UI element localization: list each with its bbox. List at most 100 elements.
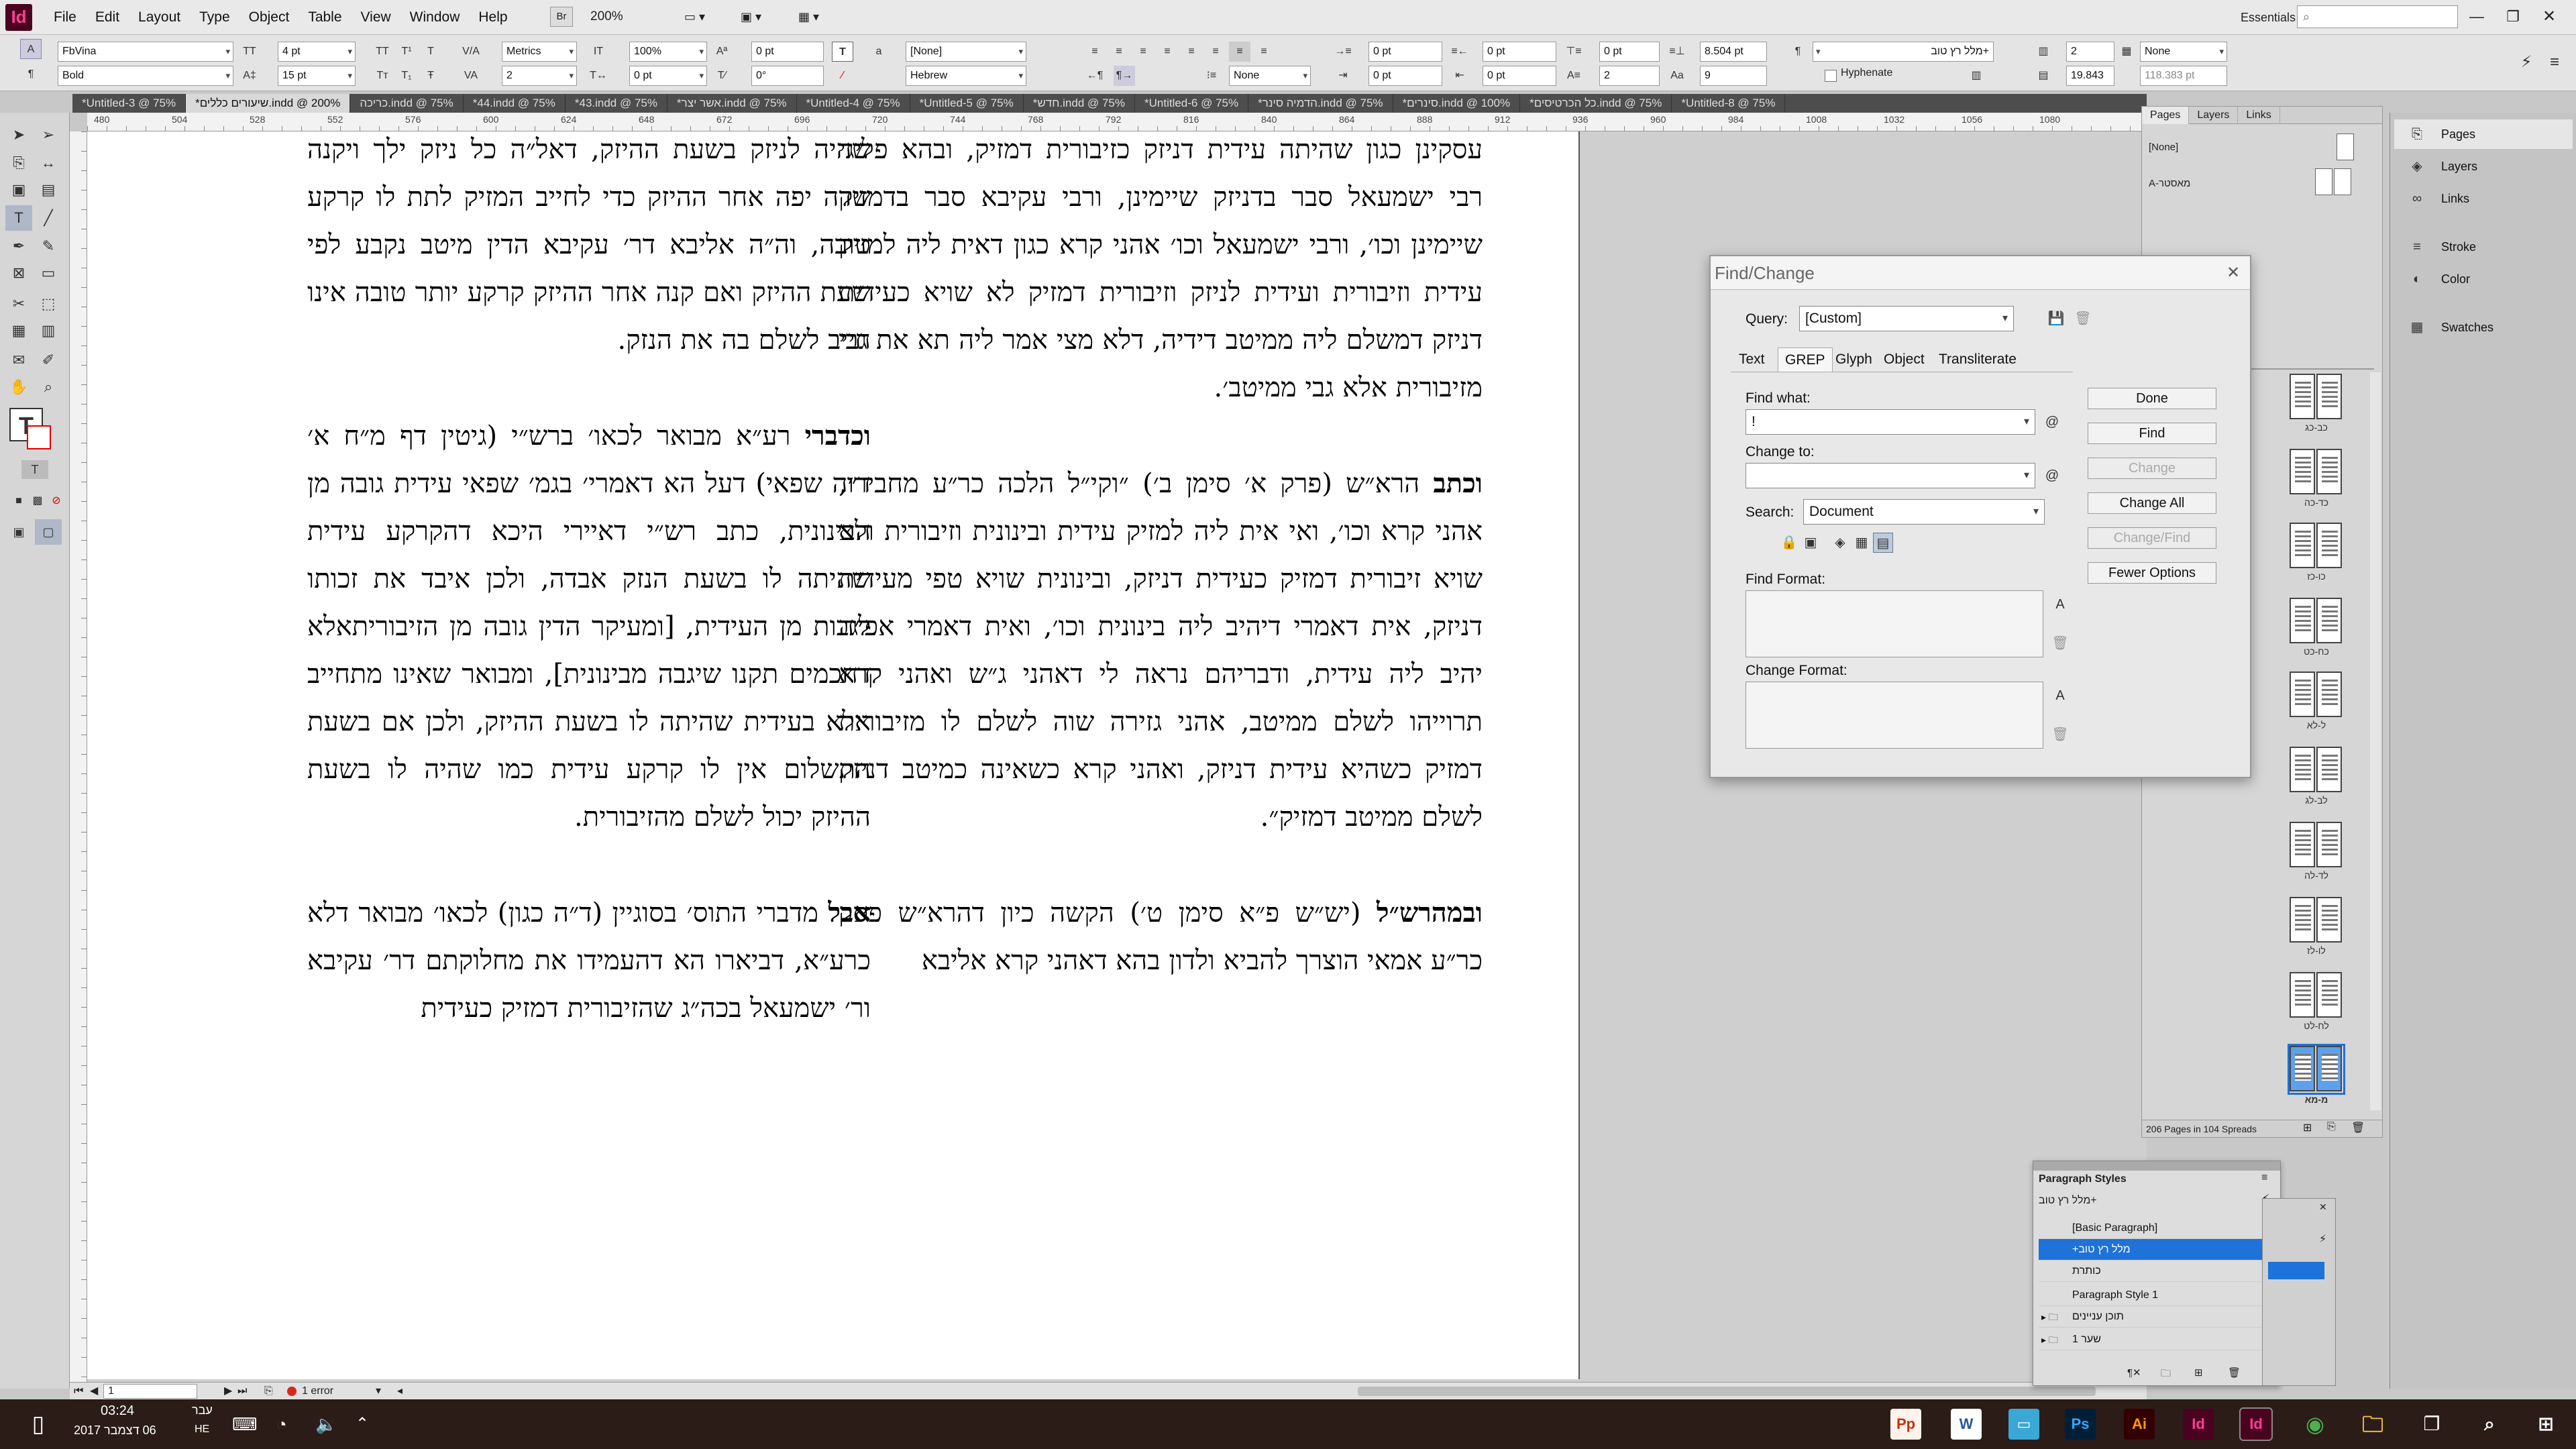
task-view-icon[interactable]: ❐ <box>2416 1409 2447 1440</box>
indesign-app-icon-active[interactable]: Id <box>2239 1407 2273 1441</box>
ltr-paragraph-icon[interactable]: ←¶ <box>1084 66 1106 86</box>
fewer-options-button[interactable]: Fewer Options <box>2088 562 2216 584</box>
search-icon[interactable]: ⌕ <box>2474 1409 2505 1440</box>
spread-thumb[interactable] <box>2290 972 2343 1019</box>
close-icon[interactable]: ✕ <box>2533 5 2565 28</box>
tab-document[interactable]: *43.indd @ 75% <box>566 94 667 113</box>
dock-color-button[interactable]: ◐ Color <box>2394 264 2573 294</box>
change-find-button[interactable]: Change/Find <box>2088 527 2216 549</box>
specify-change-format-icon[interactable]: A <box>2050 686 2070 706</box>
master-none-thumb[interactable] <box>2337 133 2354 160</box>
word-app-icon[interactable]: W <box>1951 1409 1982 1440</box>
gradient-feather-tool-icon[interactable]: ▥ <box>35 318 62 343</box>
small-caps-icon[interactable]: Tт <box>372 66 393 86</box>
spread-thumb[interactable] <box>2290 747 2343 794</box>
normal-view-icon[interactable]: ▣ <box>5 519 32 545</box>
paragraph[interactable]: וכתב הרא״ש (פרק א׳ סימן ב׳) ״וקי״ל הלכה … <box>839 460 1483 841</box>
specify-find-format-icon[interactable]: A <box>2050 594 2070 614</box>
horizontal-ruler[interactable]: 480 504 528 552 576 600 624 648 672 696 720 744 768 7… <box>87 113 2147 131</box>
screen-mode-icon[interactable]: ▣ ▾ <box>741 7 781 27</box>
spread-thumb[interactable] <box>2290 897 2343 944</box>
search-help-input[interactable]: ⌕ <box>2297 5 2458 28</box>
find-format-box[interactable] <box>1746 590 2043 657</box>
keyboard-icon[interactable]: ⌨ <box>232 1414 258 1435</box>
vertical-ruler[interactable] <box>70 131 87 1389</box>
columns-field[interactable]: 2 <box>2066 42 2114 62</box>
photoshop-app-icon[interactable]: Ps <box>2065 1409 2096 1440</box>
style-item-selected[interactable]: +מלל רץ טוב <box>2039 1239 2267 1260</box>
kerning-field[interactable]: Metrics ▾ <box>502 42 577 62</box>
style-group[interactable]: ▸ 🗀 שער 1 <box>2039 1329 2267 1350</box>
trash-icon[interactable]: 🗑 <box>2351 1121 2365 1134</box>
clock-date[interactable]: 06 דצמבר 2017 <box>74 1424 156 1438</box>
all-caps-icon[interactable]: TT <box>372 42 393 62</box>
delete-query-icon[interactable]: 🗑 <box>2073 309 2093 329</box>
new-style-group-icon[interactable]: 🗀 <box>2161 1366 2171 1383</box>
new-style-icon[interactable]: ⊞ <box>2194 1366 2203 1379</box>
volume-icon[interactable]: 🔈 <box>315 1414 337 1435</box>
tab-document[interactable]: *44.indd @ 75% <box>464 94 566 113</box>
text-column-right[interactable]: עסקינן כגון שהיתה עידית דניזק כזיבורית ד… <box>839 131 1483 1379</box>
language-indicator[interactable]: עבר <box>192 1403 213 1417</box>
file-explorer-icon[interactable]: 🗀 <box>2357 1409 2388 1440</box>
align-center-icon[interactable]: ≡ <box>1108 42 1130 62</box>
task-view-icon[interactable]: ▯ <box>23 1409 54 1440</box>
horizontal-scrollbar[interactable] <box>1358 1387 2096 1396</box>
justify-left-icon[interactable]: ≡ <box>1157 42 1178 62</box>
justify-right-icon[interactable]: ≡ <box>1205 42 1226 62</box>
show-hidden-icons[interactable]: ⌃ <box>356 1414 369 1434</box>
baseline-shift-field[interactable]: 0 pt <box>751 42 824 62</box>
page-tool-icon[interactable]: ⎘ <box>5 150 32 176</box>
drop-cap-lines-field[interactable]: 2 <box>1599 66 1660 86</box>
fill-type-icon[interactable]: T <box>832 42 853 62</box>
scroll-left-icon[interactable]: ◂ <box>397 1383 402 1400</box>
previous-page-icon[interactable]: ◀ <box>90 1383 98 1400</box>
style-item[interactable]: [Basic Paragraph] <box>2039 1218 2267 1239</box>
page-size-icon[interactable]: ⎘ <box>2327 1121 2336 1133</box>
direct-selection-tool-icon[interactable]: ➢ <box>35 122 62 148</box>
skew-field[interactable]: 0° <box>751 66 824 86</box>
paragraph-mode-icon[interactable]: ¶ <box>20 64 42 85</box>
illustrator-app-icon[interactable]: Ai <box>2124 1409 2155 1440</box>
tab-grep[interactable]: GREP <box>1778 347 1833 372</box>
drop-cap-chars-field[interactable]: 9 <box>1700 66 1767 86</box>
master-a-thumb-right[interactable] <box>2334 168 2351 195</box>
tab-object[interactable]: Object <box>1877 347 1931 372</box>
gap-tool-icon[interactable]: ↔ <box>35 150 62 176</box>
style-item-selected[interactable] <box>2268 1262 2324 1279</box>
dialog-title[interactable]: Find/Change <box>1711 256 2250 290</box>
menu-file[interactable]: File <box>44 9 86 25</box>
menu-help[interactable]: Help <box>469 9 517 25</box>
gutter-field[interactable]: 19.843 <box>2066 66 2114 86</box>
rtl-paragraph-icon[interactable]: ¶→ <box>1114 66 1135 86</box>
tab-transliterate[interactable]: Transliterate <box>1932 347 2023 372</box>
character-style-select[interactable]: [None] ▾ <box>906 42 1026 62</box>
eyedropper-tool-icon[interactable]: ✐ <box>35 347 62 373</box>
paragraph[interactable]: שהיה לניזק בשעת ההיזק, דאל״ה כל ניזק ילך… <box>307 131 871 364</box>
character-mode-icon[interactable]: A <box>20 39 42 59</box>
include-master-pages-icon[interactable]: ▦ <box>1851 533 1872 553</box>
clear-overrides-icon[interactable]: ¶✕ <box>2127 1366 2141 1379</box>
spread-thumb[interactable] <box>2290 672 2343 718</box>
scissors-tool-icon[interactable]: ✂ <box>5 291 32 317</box>
last-line-indent-field[interactable]: 0 pt <box>1483 66 1556 86</box>
dock-links-button[interactable]: ∞ Links <box>2394 184 2573 213</box>
tab-glyph[interactable]: Glyph <box>1829 347 1879 372</box>
space-before-field[interactable]: 0 pt <box>1599 42 1660 62</box>
page-number-field[interactable]: 1 <box>103 1384 197 1399</box>
space-after-field[interactable]: 8.504 pt <box>1700 42 1767 62</box>
spread-thumb[interactable] <box>2290 523 2343 570</box>
tab-document[interactable]: *Untitled-5 @ 75% <box>910 94 1024 113</box>
master-none[interactable]: [None] <box>2149 142 2178 153</box>
underline-icon[interactable]: T <box>420 42 441 62</box>
stroke-type-icon[interactable]: ⁄ <box>832 66 853 86</box>
tablet-app-icon[interactable]: ▭ <box>2008 1409 2039 1440</box>
line-tool-icon[interactable]: ╱ <box>35 205 62 231</box>
include-locked-stories-icon[interactable]: ▣ <box>1801 533 1821 553</box>
apply-none-icon[interactable]: ⊘ <box>43 488 70 514</box>
menu-table[interactable]: Table <box>299 9 351 25</box>
pencil-tool-icon[interactable]: ✎ <box>35 233 62 259</box>
spread-thumb-selected[interactable] <box>2288 1044 2345 1095</box>
panel-title[interactable]: Paragraph Styles <box>2039 1173 2127 1185</box>
selection-tool-icon[interactable]: ➤ <box>5 122 32 148</box>
